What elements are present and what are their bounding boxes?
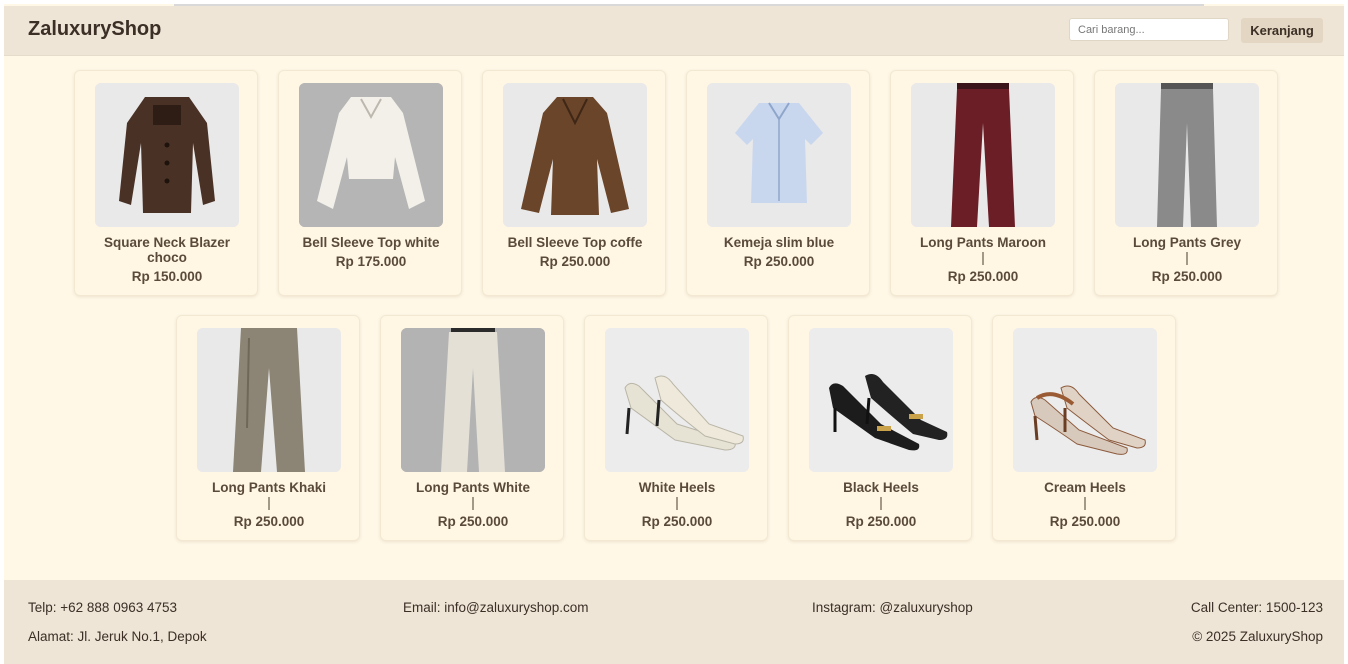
name-separator: | — [675, 495, 679, 510]
product-price: Rp 250.000 — [539, 254, 611, 269]
product-card[interactable]: Cream Heels | Rp 250.000 — [992, 315, 1176, 541]
footer-phone: Telp: +62 888 0963 4753 — [28, 600, 178, 615]
shirt-blue-icon[interactable] — [707, 83, 851, 227]
logo[interactable]: ZaluxuryShop — [28, 18, 161, 41]
product-price: Rp 250.000 — [947, 269, 1019, 284]
name-separator: | — [267, 495, 271, 510]
name-separator: | — [471, 495, 475, 510]
product-name[interactable]: Long Pants Maroon | — [899, 235, 1067, 265]
pants-grey-icon[interactable] — [1115, 83, 1259, 227]
pants-white-icon[interactable] — [401, 328, 545, 472]
pants-khaki-icon[interactable] — [197, 328, 341, 472]
heels-white-icon[interactable] — [605, 328, 749, 472]
footer-instagram[interactable]: Instagram: @zaluxuryshop — [812, 600, 973, 615]
footer-call-center: Call Center: 1500-123 — [1190, 600, 1323, 615]
product-card[interactable]: Long Pants Grey | Rp 250.000 — [1094, 70, 1278, 296]
product-price: Rp 175.000 — [335, 254, 407, 269]
heels-black-icon[interactable] — [809, 328, 953, 472]
product-card[interactable]: White Heels | Rp 250.000 — [584, 315, 768, 541]
pants-maroon-icon[interactable] — [911, 83, 1055, 227]
product-name[interactable]: Cream Heels | — [1001, 480, 1169, 510]
footer-copyright: © 2025 ZaluxuryShop — [1192, 629, 1323, 644]
product-name[interactable]: Square Neck Blazer choco — [83, 235, 251, 265]
product-price: Rp 250.000 — [1151, 269, 1223, 284]
top-coffee-icon[interactable] — [503, 83, 647, 227]
name-separator: | — [981, 250, 985, 265]
product-name[interactable]: White Heels | — [593, 480, 761, 510]
heels-cream-icon[interactable] — [1013, 328, 1157, 472]
product-price: Rp 250.000 — [437, 514, 509, 529]
product-name[interactable]: Kemeja slim blue — [695, 235, 863, 250]
header: ZaluxuryShop Keranjang — [4, 6, 1344, 56]
product-name[interactable]: Bell Sleeve Top coffe — [491, 235, 659, 250]
product-price: Rp 250.000 — [1049, 514, 1121, 529]
product-price: Rp 250.000 — [743, 254, 815, 269]
product-name[interactable]: Long Pants Khaki | — [185, 480, 353, 510]
search-input[interactable] — [1069, 18, 1229, 41]
product-card[interactable]: Long Pants White | Rp 250.000 — [380, 315, 564, 541]
blazer-choco-icon[interactable] — [95, 83, 239, 227]
name-separator: | — [1185, 250, 1189, 265]
product-name[interactable]: Long Pants Grey | — [1103, 235, 1271, 265]
product-name[interactable]: Black Heels | — [797, 480, 965, 510]
product-card[interactable]: Black Heels | Rp 250.000 — [788, 315, 972, 541]
product-card[interactable]: Bell Sleeve Top coffe Rp 250.000 — [482, 70, 666, 296]
product-card[interactable]: Long Pants Khaki | Rp 250.000 — [176, 315, 360, 541]
footer-address: Alamat: Jl. Jeruk No.1, Depok — [28, 629, 207, 644]
cart-button[interactable]: Keranjang — [1241, 18, 1323, 43]
lace-top-white-icon[interactable] — [299, 83, 443, 227]
footer: Telp: +62 888 0963 4753 Alamat: Jl. Jeru… — [4, 580, 1344, 664]
product-name[interactable]: Long Pants White | — [389, 480, 557, 510]
product-name[interactable]: Bell Sleeve Top white — [287, 235, 455, 250]
product-price: Rp 150.000 — [131, 269, 203, 284]
product-price: Rp 250.000 — [845, 514, 917, 529]
name-separator: | — [1083, 495, 1087, 510]
product-card[interactable]: Kemeja slim blue Rp 250.000 — [686, 70, 870, 296]
product-price: Rp 250.000 — [641, 514, 713, 529]
footer-email[interactable]: Email: info@zaluxuryshop.com — [403, 600, 589, 615]
product-card[interactable]: Bell Sleeve Top white Rp 175.000 — [278, 70, 462, 296]
product-card[interactable]: Square Neck Blazer choco Rp 150.000 — [74, 70, 258, 296]
product-price: Rp 250.000 — [233, 514, 305, 529]
product-card[interactable]: Long Pants Maroon | Rp 250.000 — [890, 70, 1074, 296]
name-separator: | — [879, 495, 883, 510]
page: ZaluxuryShop Keranjang Square Neck Blaze… — [4, 4, 1344, 664]
